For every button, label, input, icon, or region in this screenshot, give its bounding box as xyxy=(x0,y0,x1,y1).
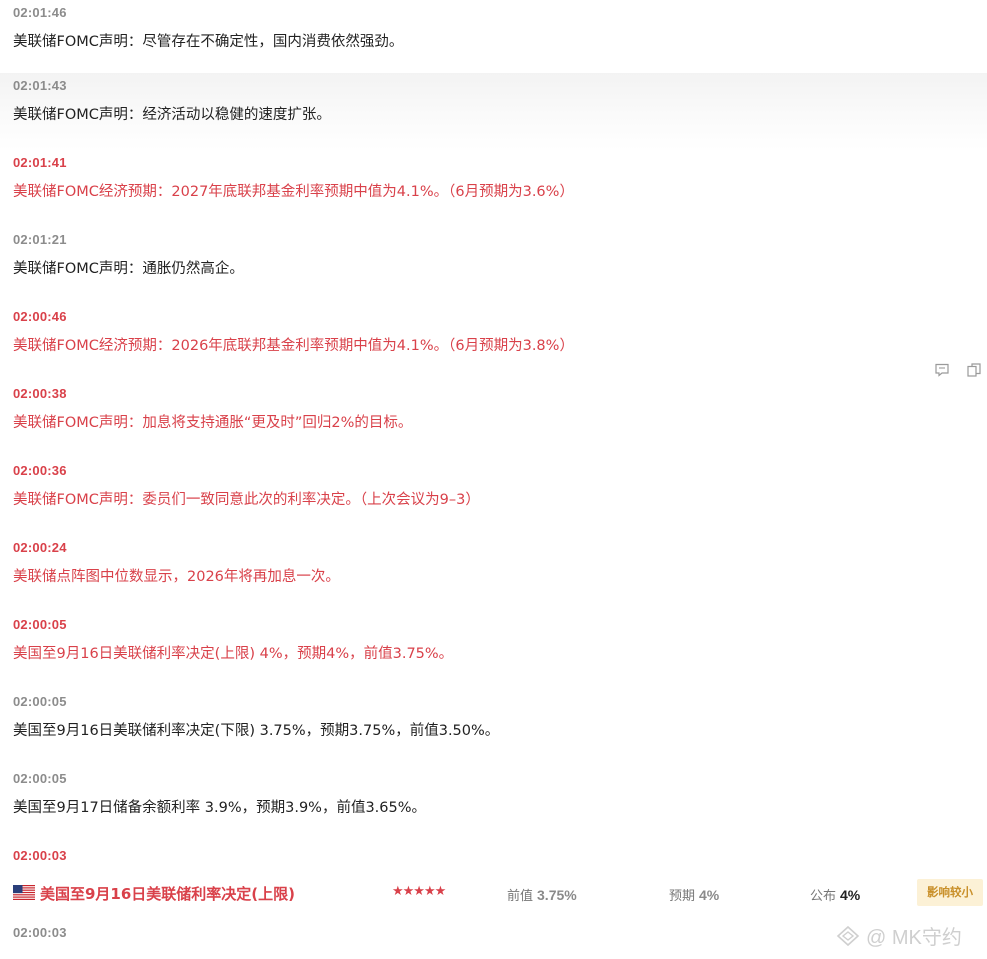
item-time: 02:00:05 xyxy=(13,617,67,632)
previous-label: 前值 xyxy=(507,889,534,904)
item-time: 02:01:46 xyxy=(13,5,67,20)
item-text: 美联储FOMC声明：通胀仍然高企。 xyxy=(13,261,244,277)
forecast-label: 预期 xyxy=(669,889,696,904)
item-time: 02:00:05 xyxy=(13,771,67,786)
item-time: 02:00:03 xyxy=(13,925,67,940)
item-text: 美联储FOMC声明：加息将支持通胀“更及时”回归2%的目标。 xyxy=(13,415,413,431)
indicator-name[interactable]: 美国至9月16日美联储利率决定(上限) xyxy=(40,883,295,904)
item-text: 美国至9月16日美联储利率决定(上限) 4%，预期4%，前值3.75%。 xyxy=(13,646,454,662)
actual-label: 公布 xyxy=(810,889,837,904)
item-text: 美联储FOMC经济预期：2026年底联邦基金利率预期中值为4.1%。（6月预期为… xyxy=(13,338,574,354)
copy-icon[interactable] xyxy=(966,362,982,378)
impact-badge: 影响较小 xyxy=(917,879,983,906)
previous-number: 3.75% xyxy=(537,887,577,903)
watermark-text: @ MK守约 xyxy=(866,927,962,949)
feed-item-important[interactable]: 02:00:36 美联储FOMC声明：委员们一致同意此次的利率决定。（上次会议为… xyxy=(0,458,987,535)
item-tools xyxy=(930,362,986,380)
item-text: 美国至9月17日储备余额利率 3.9%，预期3.9%，前值3.65%。 xyxy=(13,800,427,816)
item-text: 美联储FOMC声明：委员们一致同意此次的利率决定。（上次会议为9–3） xyxy=(13,492,480,508)
forecast-value: 预期 4% xyxy=(669,885,719,904)
feed-item-important[interactable]: 02:00:24 美联储点阵图中位数显示，2026年将再加息一次。 xyxy=(0,535,987,612)
forecast-number: 4% xyxy=(699,887,720,903)
importance-stars: ★★★★★ xyxy=(392,884,446,899)
item-time: 02:00:36 xyxy=(13,463,67,478)
feed-item-important[interactable]: 02:00:05 美国至9月16日美联储利率决定(上限) 4%，预期4%，前值3… xyxy=(0,612,987,689)
actual-number: 4% xyxy=(840,887,861,903)
feed-item-important[interactable]: 02:00:38 美联储FOMC声明：加息将支持通胀“更及时”回归2%的目标。 xyxy=(0,381,987,458)
item-time: 02:00:05 xyxy=(13,694,67,709)
feed-item-important[interactable]: 02:01:41 美联储FOMC经济预期：2027年底联邦基金利率预期中值为4.… xyxy=(0,150,987,227)
feed-item-important[interactable]: 02:00:46 美联储FOMC经济预期：2026年底联邦基金利率预期中值为4.… xyxy=(0,304,987,381)
feed-item[interactable]: 02:01:43 美联储FOMC声明：经济活动以稳健的速度扩张。 xyxy=(0,73,987,150)
item-time: 02:00:03 xyxy=(13,848,67,863)
economic-data-row[interactable]: 美国至9月16日美联储利率决定(上限) ★★★★★ 前值 3.75% 预期 4% 公… xyxy=(0,876,987,910)
feed-item[interactable]: 02:01:21 美联储FOMC声明：通胀仍然高企。 xyxy=(0,227,987,304)
item-text: 美联储FOMC声明：尽管存在不确定性，国内消费依然强劲。 xyxy=(13,34,404,50)
feed-item[interactable]: 02:00:05 美国至9月17日储备余额利率 3.9%，预期3.9%，前值3.… xyxy=(0,766,987,843)
item-time: 02:01:41 xyxy=(13,155,67,170)
item-time: 02:01:43 xyxy=(13,78,67,93)
item-text: 美国至9月16日美联储利率决定(下限) 3.75%，预期3.75%，前值3.50… xyxy=(13,723,500,739)
actual-value: 公布 4% xyxy=(810,885,860,904)
item-time: 02:00:38 xyxy=(13,386,67,401)
item-time: 02:00:46 xyxy=(13,309,67,324)
feed-item[interactable]: 02:01:46 美联储FOMC声明：尽管存在不确定性，国内消费依然强劲。 xyxy=(0,0,987,77)
us-flag-icon xyxy=(13,885,35,900)
item-text: 美联储FOMC声明：经济活动以稳健的速度扩张。 xyxy=(13,107,331,123)
item-time: 02:00:24 xyxy=(13,540,67,555)
item-text: 美联储FOMC经济预期：2027年底联邦基金利率预期中值为4.1%。（6月预期为… xyxy=(13,184,574,200)
watermark-logo-icon xyxy=(836,925,860,947)
item-text: 美联储点阵图中位数显示，2026年将再加息一次。 xyxy=(13,569,340,585)
comment-icon[interactable] xyxy=(934,362,950,378)
item-time: 02:01:21 xyxy=(13,232,67,247)
feed-item-important[interactable]: 02:00:03 xyxy=(0,843,987,876)
feed-item[interactable]: 02:00:05 美国至9月16日美联储利率决定(下限) 3.75%，预期3.7… xyxy=(0,689,987,766)
previous-value: 前值 3.75% xyxy=(507,885,577,904)
